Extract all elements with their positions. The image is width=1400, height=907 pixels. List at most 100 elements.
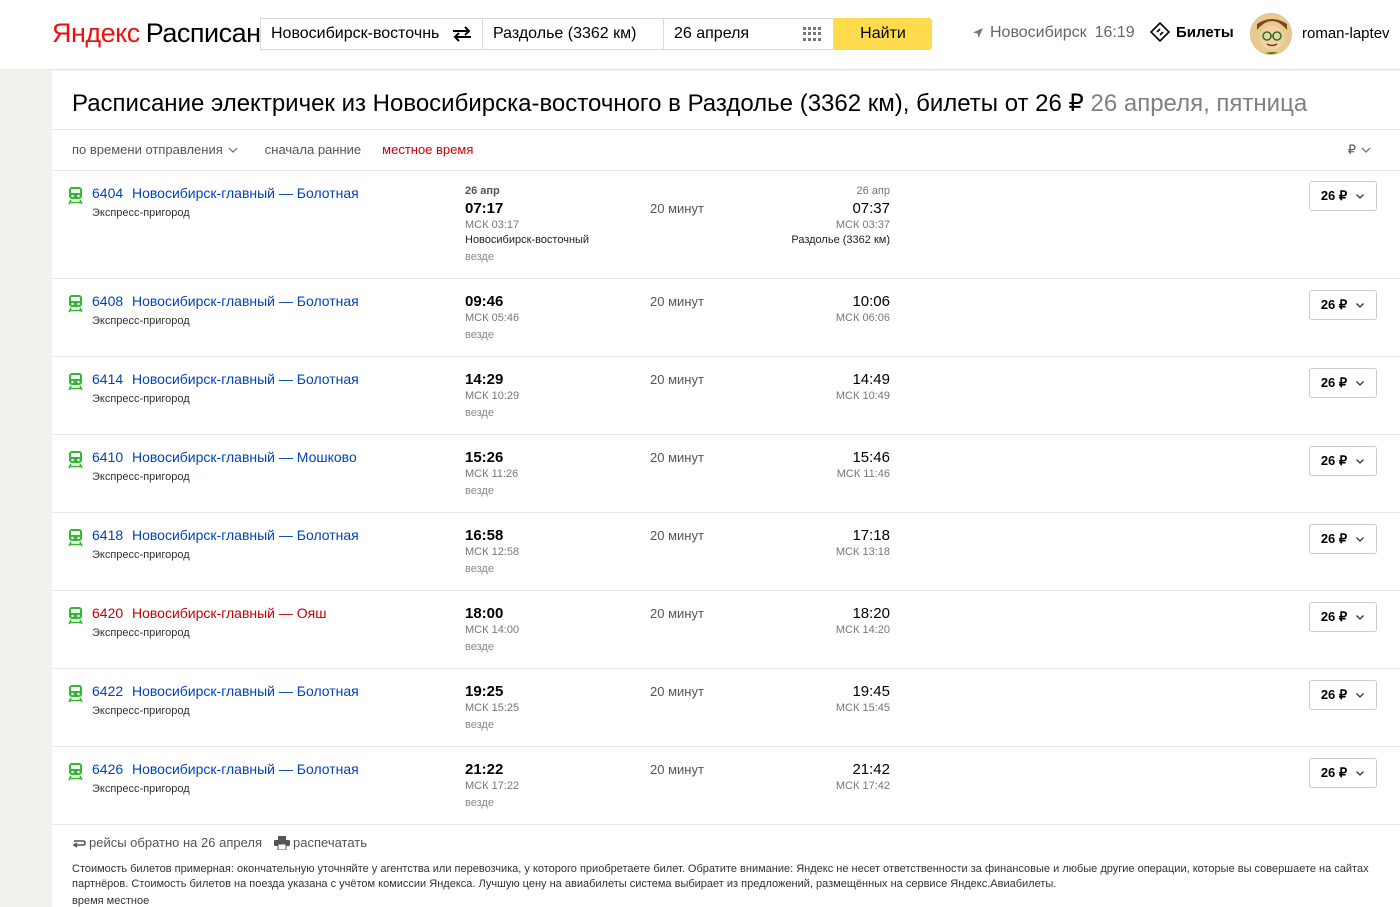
departure-msk-time: МСК 14:00 (465, 624, 520, 636)
logo-brand: Яндекс (52, 18, 140, 48)
time-note: время местное (72, 895, 150, 907)
departure-msk-time: МСК 15:25 (465, 702, 520, 714)
train-number[interactable]: 6418 (92, 527, 123, 543)
train-route[interactable]: Новосибирск-главный — Ояш (132, 605, 326, 621)
train-number[interactable]: 6408 (92, 293, 123, 309)
departure-time: 19:25 (465, 683, 504, 700)
geo-city[interactable]: Новосибирск 16:19 (972, 24, 1135, 42)
chevron-down-icon (1356, 536, 1365, 542)
price-button[interactable]: 26 ₽ (1309, 181, 1377, 211)
run-days: везде (465, 485, 494, 497)
departure-msk-time: МСК 03:17 (465, 219, 520, 231)
sort-by-departure-label: по времени отправления (72, 142, 223, 157)
arrival-time: 19:45 (852, 683, 890, 700)
departure-msk-time: МСК 12:58 (465, 546, 520, 558)
table-row: 6404 Новосибирск-главный — Болотная Экспре… (52, 171, 1400, 279)
chevron-down-icon (1356, 692, 1365, 698)
divider (52, 129, 1400, 130)
run-days: везде (465, 797, 494, 809)
chevron-down-icon (1356, 770, 1365, 776)
printer-icon (274, 835, 291, 850)
train-route[interactable]: Новосибирск-главный — Болотная (132, 293, 359, 309)
chevron-down-icon (228, 147, 238, 153)
arrival-time: 21:42 (852, 761, 890, 778)
sort-early-first[interactable]: сначала ранние (265, 142, 361, 157)
train-type: Экспресс-пригород (92, 315, 190, 327)
arrival-msk-time: МСК 03:37 (835, 219, 890, 231)
price-button[interactable]: 26 ₽ (1309, 446, 1377, 476)
arrival-msk-time: МСК 17:42 (835, 780, 890, 792)
train-number[interactable]: 6426 (92, 761, 123, 777)
local-time: 16:19 (1094, 24, 1135, 41)
search-form: Новосибирск-восточнь Раздолье (3362 км) … (260, 18, 932, 50)
arrival-time: 14:49 (852, 371, 890, 388)
table-row: 6422 Новосибирск-главный — Болотная Экспре… (52, 669, 1400, 747)
train-number[interactable]: 6410 (92, 449, 123, 465)
logo[interactable]: Яндекс Расписания (52, 17, 290, 49)
train-icon (68, 295, 83, 313)
avatar[interactable] (1250, 13, 1292, 55)
sort-bar: по времени отправления сначала ранние ме… (72, 142, 473, 157)
arrival-msk-time: МСК 13:18 (835, 546, 890, 558)
local-time-toggle[interactable]: местное время (382, 142, 473, 157)
from-input[interactable]: Новосибирск-восточнь (260, 18, 442, 50)
departure-time: 16:58 (465, 527, 504, 544)
run-days: везде (465, 563, 494, 575)
page-title: Расписание электричек из Новосибирска-во… (72, 89, 1307, 119)
price-button[interactable]: 26 ₽ (1309, 290, 1377, 320)
departure-time: 18:00 (465, 605, 504, 622)
price-button[interactable]: 26 ₽ (1309, 368, 1377, 398)
departure-time: 07:17 (465, 200, 504, 217)
train-icon (68, 763, 83, 781)
date-input[interactable]: 26 апреля (664, 18, 834, 50)
arrival-msk-time: МСК 15:45 (835, 702, 890, 714)
train-type: Экспресс-пригород (92, 549, 190, 561)
price-button[interactable]: 26 ₽ (1309, 524, 1377, 554)
train-route[interactable]: Новосибирск-главный — Болотная (132, 761, 359, 777)
price-value: 26 ₽ (1320, 297, 1348, 312)
price-value: 26 ₽ (1320, 531, 1348, 546)
price-button[interactable]: 26 ₽ (1309, 758, 1377, 788)
username[interactable]: roman-laptev (1302, 25, 1390, 42)
print-link[interactable]: распечатать (274, 835, 367, 850)
train-type: Экспресс-пригород (92, 393, 190, 405)
swap-button[interactable] (442, 18, 482, 50)
print-label: распечатать (293, 835, 368, 850)
departure-msk-time: МСК 17:22 (465, 780, 520, 792)
arrival-station: Раздолье (3362 км) (791, 234, 890, 246)
run-days: везде (465, 719, 494, 731)
price-value: 26 ₽ (1320, 188, 1348, 203)
schedule-card: Расписание электричек из Новосибирска-во… (52, 71, 1400, 907)
train-number[interactable]: 6420 (92, 605, 123, 621)
train-route[interactable]: Новосибирск-главный — Болотная (132, 683, 359, 699)
calendar-grid-icon[interactable] (803, 27, 821, 41)
price-button[interactable]: 26 ₽ (1309, 680, 1377, 710)
train-route[interactable]: Новосибирск-главный — Болотная (132, 185, 359, 201)
table-row: 6426 Новосибирск-главный — Болотная Экспре… (52, 747, 1400, 825)
arrival-msk-time: МСК 11:46 (836, 468, 890, 480)
trip-duration: 20 минут (650, 762, 704, 777)
price-button[interactable]: 26 ₽ (1309, 602, 1377, 632)
train-icon (68, 451, 83, 469)
train-route[interactable]: Новосибирск-главный — Болотная (132, 371, 359, 387)
currency-select[interactable]: ₽ (1348, 142, 1372, 158)
train-number[interactable]: 6404 (92, 185, 123, 201)
train-number[interactable]: 6422 (92, 683, 123, 699)
arrival-date: 26 апр (856, 185, 890, 197)
departure-msk-time: МСК 05:46 (465, 312, 520, 324)
departure-date: 26 апр (465, 185, 500, 197)
tickets-label: Билеты (1176, 23, 1234, 41)
return-trips-link[interactable]: рейсы обратно на 26 апреля (72, 835, 262, 850)
train-icon (68, 373, 83, 391)
departure-time: 14:29 (465, 371, 504, 388)
train-number[interactable]: 6414 (92, 371, 123, 387)
to-input[interactable]: Раздолье (3362 км) (482, 18, 664, 50)
table-row: 6414 Новосибирск-главный — Болотная Экспре… (52, 357, 1400, 435)
train-route[interactable]: Новосибирск-главный — Болотная (132, 527, 359, 543)
find-button[interactable]: Найти (834, 18, 932, 50)
train-icon (68, 607, 83, 625)
sort-by-departure[interactable]: по времени отправления (72, 142, 239, 157)
tickets-link[interactable]: Билеты (1150, 22, 1234, 42)
train-route[interactable]: Новосибирск-главный — Мошково (132, 449, 357, 465)
swap-arrows-icon (453, 26, 471, 42)
